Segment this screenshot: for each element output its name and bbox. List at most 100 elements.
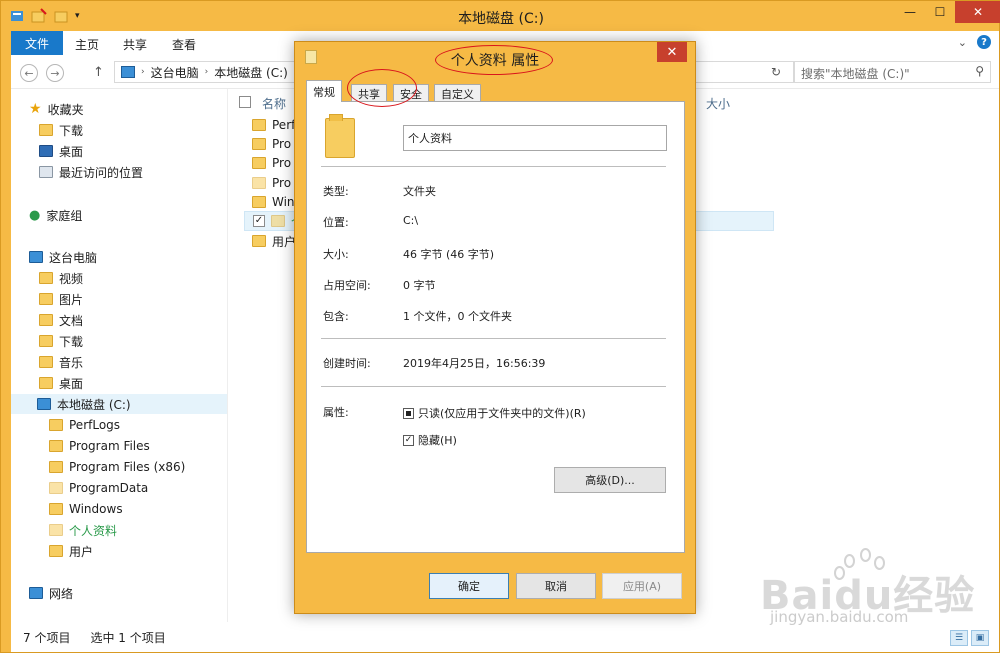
desktop-icon <box>39 377 53 389</box>
nav-item-perflogs[interactable]: PerfLogs <box>49 415 120 435</box>
tab-security[interactable]: 安全 <box>393 84 429 102</box>
column-size[interactable]: 大小 <box>706 95 730 112</box>
tab-general[interactable]: 常规 <box>306 80 342 102</box>
divider <box>321 338 666 339</box>
file-row[interactable]: Pro <box>252 153 291 173</box>
tab-home[interactable]: 主页 <box>75 36 99 53</box>
minimize-button[interactable]: — <box>895 1 925 23</box>
search-input[interactable]: 搜索"本地磁盘 (C:)" ⚲ <box>794 61 991 83</box>
cancel-button[interactable]: 取消 <box>516 573 596 599</box>
nav-item-programdata[interactable]: ProgramData <box>49 478 148 498</box>
column-name[interactable]: 名称 <box>262 95 286 112</box>
general-panel: 个人资料 类型: 文件夹 位置: C:\ 大小: 46 字节 (46 字节) 占… <box>306 101 685 553</box>
tab-sharing[interactable]: 共享 <box>351 84 387 102</box>
file-row[interactable]: Perf <box>252 115 295 135</box>
prop-value-size: 46 字节 (46 字节) <box>403 248 495 261</box>
chevron-right-icon[interactable]: › <box>141 67 145 77</box>
divider <box>321 166 666 167</box>
nav-item-music[interactable]: 音乐 <box>39 352 83 372</box>
tab-share[interactable]: 共享 <box>123 36 147 53</box>
recent-places-icon <box>39 166 53 178</box>
file-row[interactable]: Win <box>252 192 295 212</box>
computer-icon <box>121 66 135 78</box>
nav-item-downloads[interactable]: 下载 <box>39 120 83 140</box>
hidden-checkbox[interactable]: ✓ 隐藏(H) <box>403 432 457 448</box>
up-arrow-icon[interactable]: ↑ <box>93 65 104 80</box>
nav-homegroup[interactable]: ● 家庭组 <box>29 205 82 225</box>
ok-button[interactable]: 确定 <box>429 573 509 599</box>
folder-icon <box>49 440 63 452</box>
nav-item-recent[interactable]: 最近访问的位置 <box>39 162 143 182</box>
folder-icon <box>271 215 285 227</box>
network-icon <box>29 587 43 599</box>
maximize-button[interactable]: ☐ <box>925 1 955 23</box>
details-view-icon[interactable]: ☰ <box>950 630 968 646</box>
properties-dialog: 个人资料 属性 ✕ 常规 共享 安全 自定义 个人资料 类型: 文件夹 位置: … <box>294 41 696 614</box>
file-row[interactable]: 用户 <box>252 231 296 251</box>
pane-divider[interactable] <box>227 89 228 622</box>
nav-item-program-files[interactable]: Program Files <box>49 436 150 456</box>
nav-item-drive-c[interactable]: 本地磁盘 (C:) <box>11 394 227 414</box>
dialog-close-button[interactable]: ✕ <box>657 42 687 62</box>
back-button[interactable]: ← <box>20 64 38 82</box>
nav-item-desktop-pc[interactable]: 桌面 <box>39 373 83 393</box>
prop-value-location: C:\ <box>403 214 419 227</box>
breadcrumb-thispc[interactable]: 这台电脑 <box>151 64 199 81</box>
folder-icon <box>252 235 266 247</box>
downloads-icon <box>39 124 53 136</box>
item-count: 7 个项目 <box>23 630 71 645</box>
prop-label-contains: 包含: <box>323 310 349 323</box>
window-title: 本地磁盘 (C:) <box>458 11 544 27</box>
window-controls: — ☐ ✕ <box>895 1 1000 23</box>
checkmark-icon: ✓ <box>403 434 414 446</box>
nav-favorites[interactable]: ★ 收藏夹 <box>29 99 84 119</box>
folder-name-field[interactable]: 个人资料 <box>403 125 667 151</box>
folder-icon <box>252 177 266 189</box>
prop-value-size-on-disk: 0 字节 <box>403 279 436 292</box>
advanced-button[interactable]: 高级(D)... <box>554 467 666 493</box>
homegroup-icon: ● <box>29 207 41 223</box>
refresh-icon[interactable]: ↻ <box>771 65 781 79</box>
nav-item-downloads-pc[interactable]: 下载 <box>39 331 83 351</box>
expand-ribbon-icon[interactable]: ⌄ <box>958 36 967 49</box>
nav-network[interactable]: 网络 <box>29 583 73 603</box>
chevron-right-icon[interactable]: › <box>205 67 209 77</box>
divider <box>321 386 666 387</box>
nav-item-desktop[interactable]: 桌面 <box>39 141 83 161</box>
dialog-title: 个人资料 属性 <box>450 53 540 69</box>
select-all-checkbox[interactable] <box>239 96 251 108</box>
nav-item-pictures[interactable]: 图片 <box>39 289 83 309</box>
nav-item-videos[interactable]: 视频 <box>39 268 83 288</box>
nav-thispc[interactable]: 这台电脑 <box>29 247 97 267</box>
tab-customize[interactable]: 自定义 <box>434 84 481 102</box>
nav-item-program-files-x86[interactable]: Program Files (x86) <box>49 457 185 477</box>
tab-view[interactable]: 查看 <box>172 36 196 53</box>
readonly-checkbox[interactable]: 只读(仅应用于文件夹中的文件)(R) <box>403 405 586 421</box>
close-button[interactable]: ✕ <box>955 1 1000 23</box>
breadcrumb-drive[interactable]: 本地磁盘 (C:) <box>214 64 288 81</box>
tab-file[interactable]: 文件 <box>11 31 63 55</box>
row-checkbox[interactable]: ✓ <box>253 215 265 227</box>
help-icon[interactable]: ? <box>977 35 991 49</box>
search-icon[interactable]: ⚲ <box>975 64 984 78</box>
folder-icon <box>49 482 63 494</box>
computer-icon <box>29 251 43 263</box>
music-icon <box>39 356 53 368</box>
title-bar: ▾ 本地磁盘 (C:) — ☐ ✕ <box>1 1 1000 31</box>
nav-item-users[interactable]: 用户 <box>49 541 93 561</box>
file-row[interactable]: Pro <box>252 173 291 193</box>
apply-button[interactable]: 应用(A) <box>602 573 682 599</box>
file-row[interactable]: Pro <box>252 134 291 154</box>
folder-icon <box>49 503 63 515</box>
folder-icon <box>252 138 266 150</box>
nav-item-windows[interactable]: Windows <box>49 499 123 519</box>
prop-label-size-on-disk: 占用空间: <box>323 279 371 292</box>
forward-button[interactable]: → <box>46 64 64 82</box>
prop-label-type: 类型: <box>323 185 349 198</box>
nav-item-documents[interactable]: 文档 <box>39 310 83 330</box>
large-icons-view-icon[interactable]: ▣ <box>971 630 989 646</box>
nav-item-personal[interactable]: 个人资料 <box>49 520 117 540</box>
folder-icon <box>252 119 266 131</box>
downloads-icon <box>39 335 53 347</box>
prop-value-created: 2019年4月25日，16:56:39 <box>403 357 546 370</box>
